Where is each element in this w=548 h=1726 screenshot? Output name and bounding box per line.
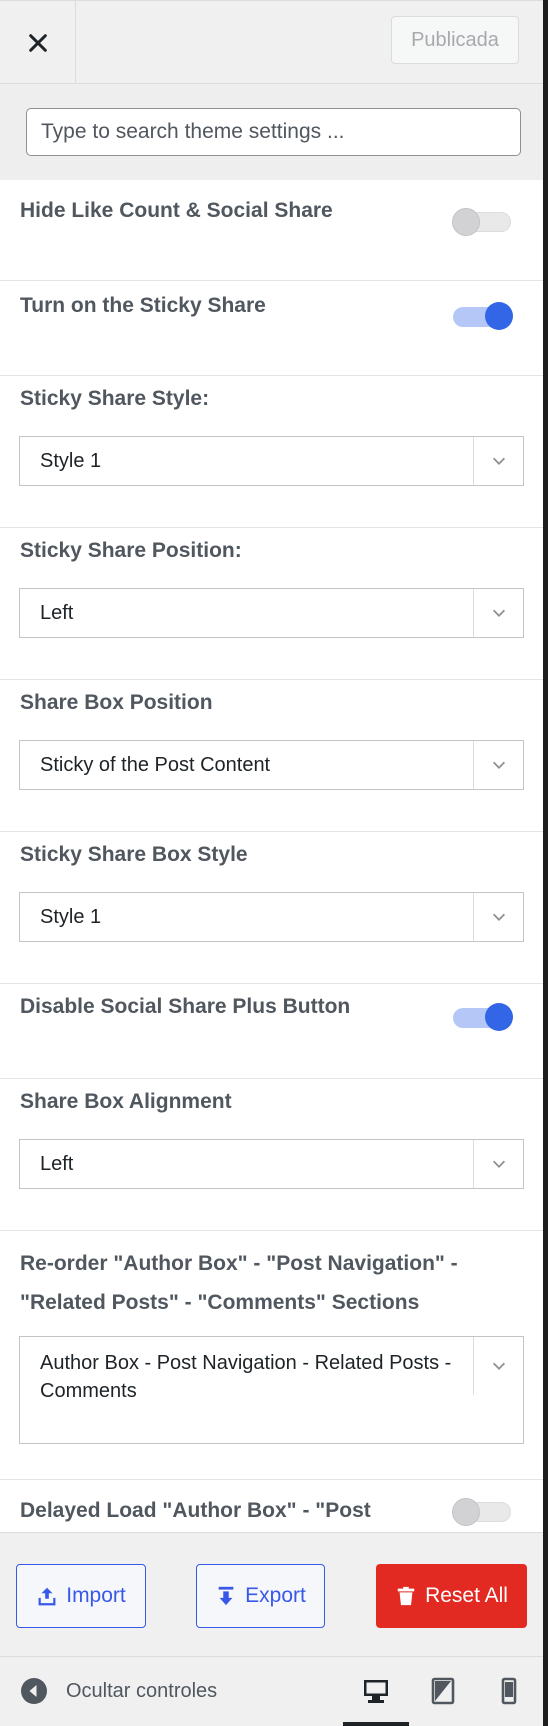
- chevron-down-icon: [473, 437, 523, 485]
- download-icon: [218, 1586, 234, 1606]
- setting-label: Share Box Alignment: [20, 1090, 232, 1113]
- preview-desktop-button[interactable]: [343, 1657, 409, 1726]
- setting-label: Re-order "Author Box" - "Post Navigation…: [20, 1252, 458, 1275]
- setting-label: Turn on the Sticky Share: [20, 294, 266, 317]
- sticky-share-style-select[interactable]: Style 1: [19, 436, 524, 486]
- setting-label: Sticky Share Style:: [20, 387, 210, 410]
- export-button[interactable]: Export: [196, 1564, 325, 1628]
- share-box-alignment-select[interactable]: Left: [19, 1139, 524, 1189]
- hide-like-count-toggle[interactable]: [452, 208, 511, 236]
- delayed-load-toggle[interactable]: [452, 1498, 511, 1526]
- search-area: [0, 84, 543, 180]
- share-box-position-select[interactable]: Sticky of the Post Content: [19, 740, 524, 790]
- setting-label: Hide Like Count & Social Share: [20, 199, 333, 222]
- toggle-knob: [485, 302, 513, 330]
- setting-label: Delayed Load "Author Box" - "Post: [20, 1499, 371, 1522]
- close-button[interactable]: [0, 1, 76, 85]
- chevron-down-icon: [473, 893, 523, 941]
- preview-mobile-button[interactable]: [476, 1657, 542, 1725]
- tablet-icon: [431, 1677, 455, 1705]
- select-value: Style 1: [40, 906, 102, 928]
- sticky-share-toggle[interactable]: [453, 302, 513, 330]
- upload-icon: [38, 1587, 56, 1606]
- sticky-share-position-select[interactable]: Left: [19, 588, 524, 638]
- setting-delayed-load: Delayed Load "Author Box" - "Post: [0, 1480, 543, 1532]
- toggle-knob: [452, 1498, 480, 1526]
- setting-sticky-share: Turn on the Sticky Share: [0, 281, 543, 376]
- select-value: Author Box - Post Navigation - Related P…: [40, 1352, 452, 1402]
- chevron-down-icon: [473, 1337, 523, 1395]
- setting-label: Sticky Share Box Style: [20, 843, 248, 866]
- setting-share-box-position: Share Box Position Sticky of the Post Co…: [0, 680, 543, 832]
- select-value: Left: [40, 602, 74, 624]
- select-value: Left: [40, 1153, 74, 1175]
- hide-controls-button[interactable]: Ocultar controles: [20, 1657, 217, 1725]
- export-label: Export: [245, 1584, 306, 1607]
- setting-sticky-share-box-style: Sticky Share Box Style Style 1: [0, 832, 543, 984]
- publish-button[interactable]: Publicada: [391, 16, 519, 64]
- import-label: Import: [66, 1584, 126, 1607]
- preview-edge: [543, 0, 548, 1726]
- select-value: Style 1: [40, 450, 102, 472]
- preview-tablet-button[interactable]: [410, 1657, 476, 1725]
- customizer-panel: Publicada Hide Like Count & Social Share…: [0, 0, 543, 1726]
- select-value: Sticky of the Post Content: [40, 754, 271, 776]
- setting-label-line2: "Related Posts" - "Comments" Sections: [20, 1291, 420, 1314]
- hide-controls-label: Ocultar controles: [66, 1679, 218, 1702]
- chevron-down-icon: [473, 741, 523, 789]
- toggle-knob: [485, 1003, 513, 1031]
- collapse-icon: [21, 1678, 47, 1704]
- setting-disable-plus-button: Disable Social Share Plus Button: [0, 984, 543, 1079]
- setting-label: Disable Social Share Plus Button: [20, 995, 351, 1018]
- desktop-icon: [364, 1680, 388, 1703]
- setting-reorder-sections: Re-order "Author Box" - "Post Navigation…: [0, 1231, 543, 1480]
- customizer-footer: Ocultar controles: [0, 1656, 543, 1726]
- reset-all-label: Reset All: [425, 1584, 508, 1607]
- import-button[interactable]: Import: [16, 1564, 146, 1628]
- close-icon: [28, 34, 47, 52]
- chevron-down-icon: [473, 1140, 523, 1188]
- settings-actions: Import Export Reset All: [0, 1532, 543, 1656]
- settings-list: Hide Like Count & Social Share Turn on t…: [0, 180, 543, 1532]
- setting-label: Sticky Share Position:: [20, 539, 242, 562]
- mobile-icon: [501, 1677, 517, 1705]
- setting-hide-like-count: Hide Like Count & Social Share: [0, 180, 543, 281]
- disable-plus-button-toggle[interactable]: [453, 1003, 513, 1031]
- setting-share-box-alignment: Share Box Alignment Left: [0, 1079, 543, 1231]
- search-input[interactable]: [26, 108, 521, 156]
- reset-all-button[interactable]: Reset All: [376, 1564, 527, 1628]
- setting-sticky-share-position: Sticky Share Position: Left: [0, 528, 543, 680]
- customizer-header: Publicada: [0, 0, 543, 85]
- trash-icon: [397, 1586, 415, 1606]
- reorder-sections-select[interactable]: Author Box - Post Navigation - Related P…: [19, 1336, 524, 1444]
- setting-label: Share Box Position: [20, 691, 213, 714]
- setting-sticky-share-style: Sticky Share Style: Style 1: [0, 376, 543, 528]
- chevron-down-icon: [473, 589, 523, 637]
- sticky-share-box-style-select[interactable]: Style 1: [19, 892, 524, 942]
- toggle-knob: [452, 208, 480, 236]
